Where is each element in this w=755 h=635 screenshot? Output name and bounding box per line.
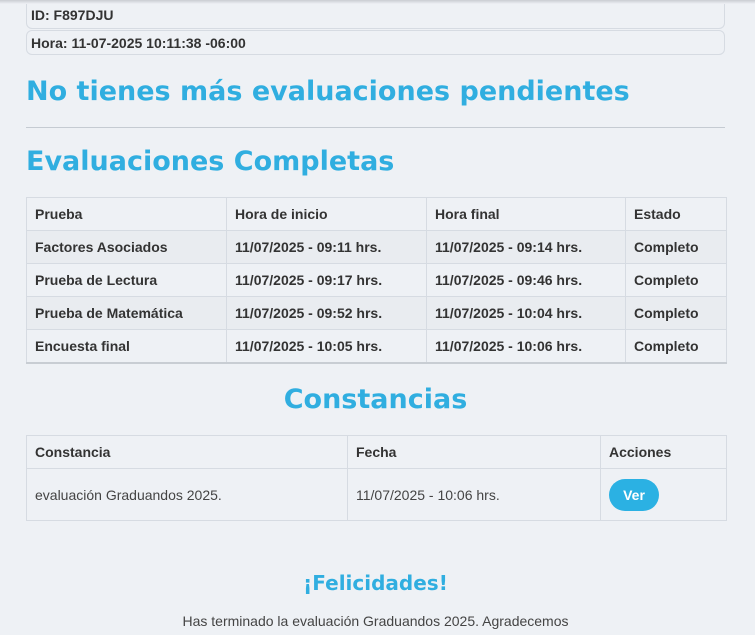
- end-time-cell: 11/07/2025 - 10:06 hrs.: [426, 329, 626, 364]
- start-time-cell: 11/07/2025 - 10:05 hrs.: [226, 329, 427, 364]
- closing-message: Has terminado la evaluación Graduandos 2…: [182, 613, 569, 629]
- start-time-cell: 11/07/2025 - 09:17 hrs.: [226, 263, 427, 297]
- actions-cell: Ver: [600, 468, 727, 521]
- student-id: ID: F897DJU: [26, 4, 725, 29]
- status-cell: Completo: [625, 329, 727, 364]
- table-row: Prueba de Lectura 11/07/2025 - 09:17 hrs…: [26, 263, 727, 297]
- column-header: Constancia: [26, 435, 348, 469]
- status-cell: Completo: [625, 230, 727, 264]
- pending-title: No tienes más evaluaciones pendientes: [26, 76, 630, 107]
- table-row: Encuesta final 11/07/2025 - 10:05 hrs. 1…: [26, 329, 727, 364]
- column-header: Estado: [625, 197, 727, 231]
- test-name-cell: Factores Asociados: [26, 230, 227, 264]
- column-header: Fecha: [347, 435, 601, 469]
- table-header-row: Prueba Hora de inicio Hora final Estado: [26, 197, 727, 231]
- congrats-title: ¡Felicidades!: [303, 571, 448, 595]
- end-time-cell: 11/07/2025 - 10:04 hrs.: [426, 296, 626, 330]
- start-time-cell: 11/07/2025 - 09:11 hrs.: [226, 230, 427, 264]
- completed-title: Evaluaciones Completas: [26, 146, 395, 177]
- column-header: Prueba: [26, 197, 227, 231]
- table-row: evaluación Graduandos 2025. 11/07/2025 -…: [26, 468, 727, 521]
- column-header: Acciones: [600, 435, 727, 469]
- certificate-date-cell: 11/07/2025 - 10:06 hrs.: [347, 468, 601, 521]
- end-time-cell: 11/07/2025 - 09:46 hrs.: [426, 263, 626, 297]
- column-header: Hora de inicio: [226, 197, 427, 231]
- current-time: Hora: 11-07-2025 10:11:38 -06:00: [26, 30, 725, 55]
- test-name-cell: Prueba de Matemática: [26, 296, 227, 330]
- completed-evaluations-table: Prueba Hora de inicio Hora final Estado …: [26, 197, 727, 364]
- table-row: Factores Asociados 11/07/2025 - 09:11 hr…: [26, 230, 727, 264]
- status-cell: Completo: [625, 263, 727, 297]
- start-time-cell: 11/07/2025 - 09:52 hrs.: [226, 296, 427, 330]
- certificates-title: Constancias: [283, 384, 468, 415]
- table-row: Prueba de Matemática 11/07/2025 - 09:52 …: [26, 296, 727, 330]
- test-name-cell: Encuesta final: [26, 329, 227, 364]
- certificates-table: Constancia Fecha Acciones evaluación Gra…: [26, 435, 727, 521]
- table-header-row: Constancia Fecha Acciones: [26, 435, 727, 469]
- divider: [26, 127, 725, 128]
- end-time-cell: 11/07/2025 - 09:14 hrs.: [426, 230, 626, 264]
- certificate-name-cell: evaluación Graduandos 2025.: [26, 468, 348, 521]
- view-certificate-button[interactable]: Ver: [609, 478, 659, 511]
- test-name-cell: Prueba de Lectura: [26, 263, 227, 297]
- status-cell: Completo: [625, 296, 727, 330]
- column-header: Hora final: [426, 197, 626, 231]
